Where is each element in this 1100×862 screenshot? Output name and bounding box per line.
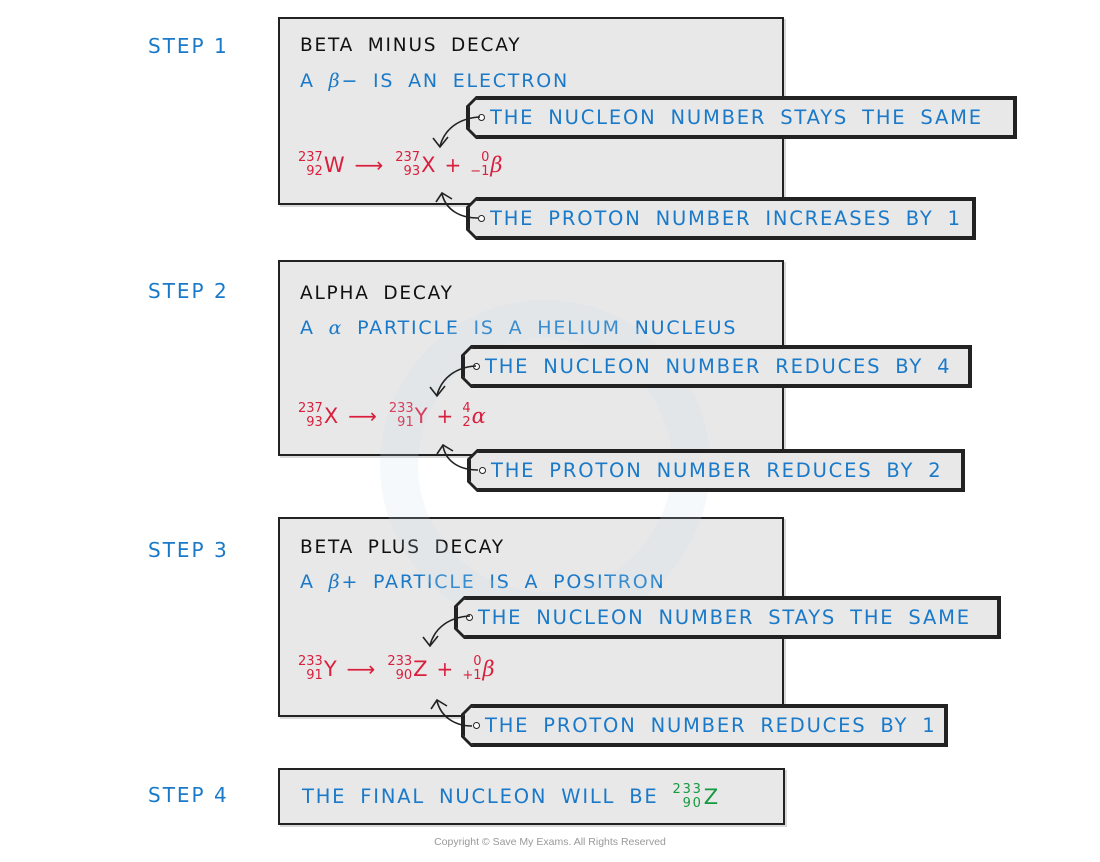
callout-pin-icon <box>473 363 480 370</box>
step-2-proton-callout: THE PROTON NUMBER REDUCES BY 2 <box>469 451 963 490</box>
reaction-arrow: ⟶ <box>348 404 377 428</box>
step-4-label: STEP 4 <box>148 783 229 807</box>
callout-pin-icon <box>473 722 480 729</box>
step-3-nucleon-callout: THE NUCLEON NUMBER STAYS THE SAME <box>456 598 999 637</box>
step-2-title: ALPHA DECAY <box>300 283 454 304</box>
step-1-title: BETA MINUS DECAY <box>300 35 522 56</box>
step-4-box: THE FINAL NUCLEON WILL BE 233 90 Z <box>278 768 785 825</box>
beta-symbol: β <box>328 70 342 92</box>
step-2-equation: 237 93 X ⟶ 233 91 Y + 42α <box>298 401 486 430</box>
parent-nucleus: 237 92 W <box>298 150 345 179</box>
copyright-notice: Copyright © Save My Exams. All Rights Re… <box>434 836 666 848</box>
daughter-nucleus: 237 93 X <box>395 150 436 179</box>
callout-pin-icon <box>466 614 473 621</box>
reaction-arrow: ⟶ <box>354 153 384 177</box>
emitted-particle: 0 −1 β <box>470 150 503 179</box>
step-3-label: STEP 3 <box>148 538 229 562</box>
emitted-particle: 42α <box>462 401 486 430</box>
step-2-description: A α PARTICLE IS A HELIUM NUCLEUS <box>300 317 738 339</box>
callout-pin-icon <box>478 114 485 121</box>
step-3-proton-callout: THE PROTON NUMBER REDUCES BY 1 <box>463 706 946 745</box>
reaction-arrow: ⟶ <box>346 657 376 681</box>
final-statement: THE FINAL NUCLEON WILL BE 233 90 Z <box>302 781 720 811</box>
beta-symbol: β <box>328 571 342 593</box>
step-1-equation: 237 92 W ⟶ 237 93 X + 0 −1 β <box>298 150 503 179</box>
parent-nucleus: 237 93 X <box>298 401 339 430</box>
step-2-label: STEP 2 <box>148 279 229 303</box>
step-3-title: BETA PLUS DECAY <box>300 537 505 558</box>
daughter-nucleus: 233 90 Z <box>387 654 428 683</box>
callout-pin-icon <box>479 467 486 474</box>
final-nucleus: 233 90 Z <box>672 781 720 811</box>
step-1-label: STEP 1 <box>148 34 229 58</box>
step-1-description: A β− IS AN ELECTRON <box>300 70 569 92</box>
daughter-nucleus: 233 91 Y <box>388 401 428 430</box>
step-1-nucleon-callout: THE NUCLEON NUMBER STAYS THE SAME <box>468 98 1015 137</box>
step-2-nucleon-callout: THE NUCLEON NUMBER REDUCES BY 4 <box>463 347 970 386</box>
emitted-particle: 0 +1 β <box>462 654 495 683</box>
callout-pin-icon <box>478 215 485 222</box>
step-3-equation: 233 91 Y ⟶ 233 90 Z + 0 +1 β <box>298 654 495 683</box>
step-3-description: A β+ PARTICLE IS A POSITRON <box>300 571 666 593</box>
alpha-symbol: α <box>328 317 344 339</box>
step-1-proton-callout: THE PROTON NUMBER INCREASES BY 1 <box>468 199 974 238</box>
parent-nucleus: 233 91 Y <box>298 654 337 683</box>
